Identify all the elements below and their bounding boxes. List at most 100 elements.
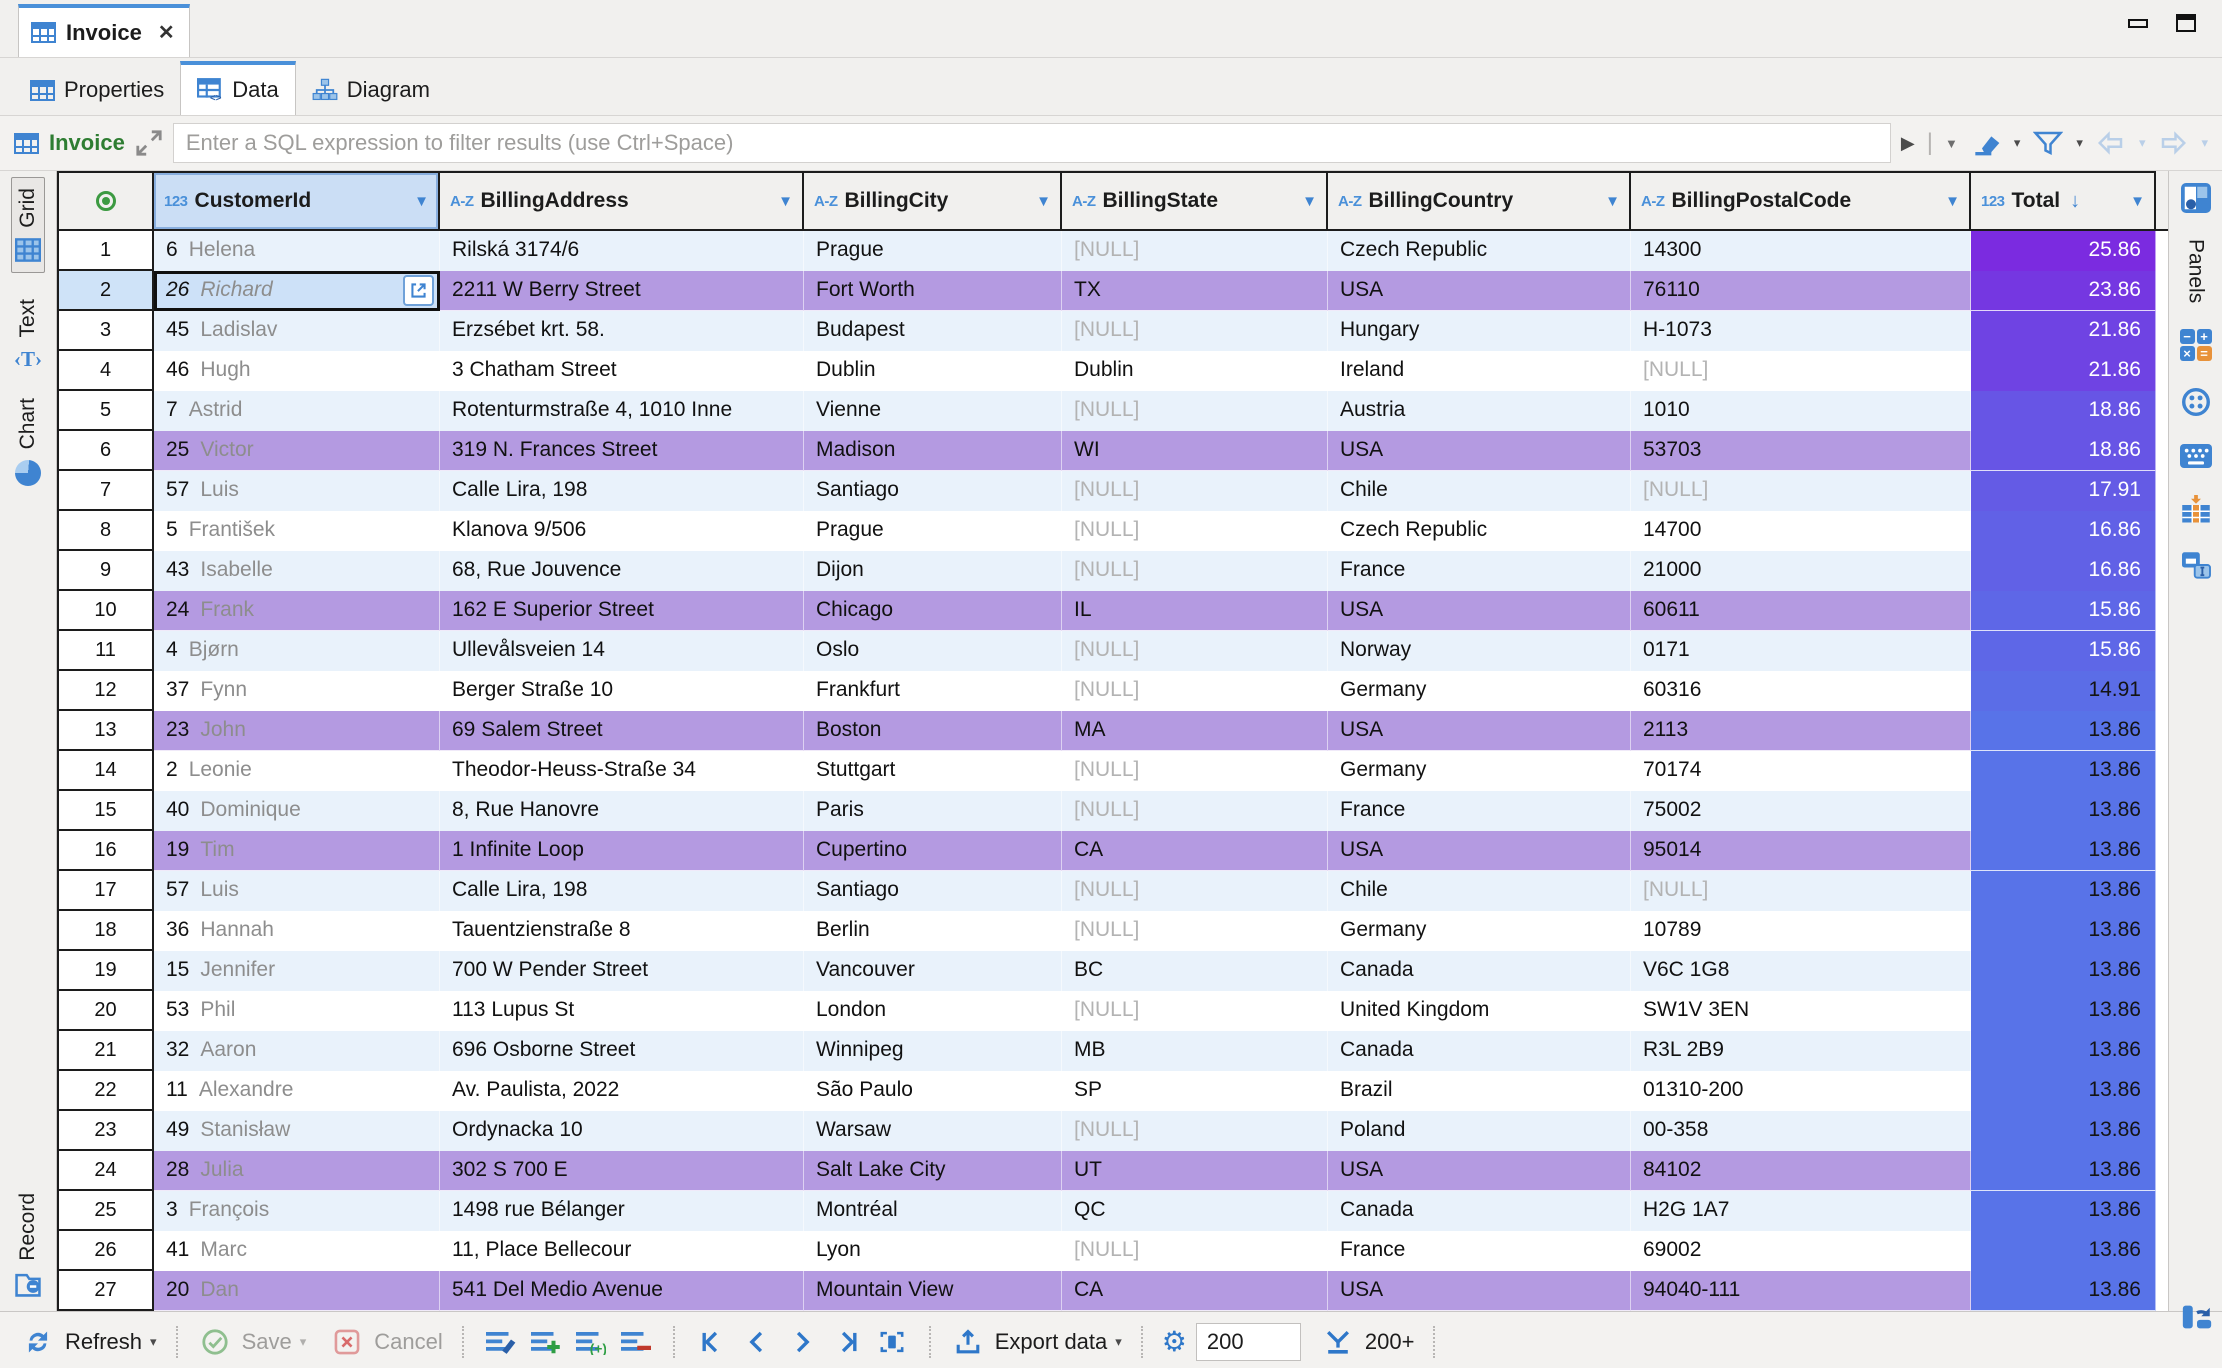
presentation-tab-text[interactable]: Text ‹T› [14, 299, 42, 373]
cell-billingcountry[interactable]: USA [1328, 591, 1631, 631]
settings-gear-icon[interactable]: ⚙ [1162, 1328, 1187, 1356]
header-billingcity[interactable]: A-Z BillingCity ▼ [804, 171, 1062, 231]
cell-billingcountry[interactable]: Austria [1328, 391, 1631, 431]
export-icon[interactable] [950, 1324, 986, 1360]
cell-total[interactable]: 13.86 [1971, 751, 2156, 791]
cell-customerid[interactable]: 57Luis [154, 471, 440, 511]
cell-billingcity[interactable]: Chicago [804, 591, 1062, 631]
close-icon[interactable]: ✕ [158, 20, 175, 45]
row-number-cell[interactable]: 7 [57, 471, 154, 511]
cell-total[interactable]: 13.86 [1971, 791, 2156, 831]
cell-customerid[interactable]: 24Frank [154, 591, 440, 631]
cell-billingstate[interactable]: Dublin [1062, 351, 1328, 391]
cell-billingcity[interactable]: Mountain View [804, 1271, 1062, 1311]
cell-billingcountry[interactable]: Norway [1328, 631, 1631, 671]
cell-billingcity[interactable]: Salt Lake City [804, 1151, 1062, 1191]
cell-billingstate[interactable]: [NULL] [1062, 1111, 1328, 1151]
cell-billingcity[interactable]: Santiago [804, 471, 1062, 511]
cell-billingcity[interactable]: Fort Worth [804, 271, 1062, 311]
cell-billingpostalcode[interactable]: 60611 [1631, 591, 1971, 631]
cell-billingpostalcode[interactable]: 21000 [1631, 551, 1971, 591]
column-menu-icon[interactable]: ▼ [2130, 193, 2154, 210]
cell-billingpostalcode[interactable]: 10789 [1631, 911, 1971, 951]
cell-total[interactable]: 13.86 [1971, 871, 2156, 911]
panels-layout-icon[interactable] [2181, 183, 2211, 213]
cell-billingaddress[interactable]: 68, Rue Jouvence [440, 551, 804, 591]
cell-billingcity[interactable]: Santiago [804, 871, 1062, 911]
filters-menu-icon[interactable] [2030, 125, 2066, 161]
cell-billingcity[interactable]: Prague [804, 231, 1062, 271]
cell-billingstate[interactable]: WI [1062, 431, 1328, 471]
row-number-cell[interactable]: 17 [57, 871, 154, 911]
fetch-next-segment-icon[interactable] [1320, 1324, 1356, 1360]
cell-billingcity[interactable]: Winnipeg [804, 1031, 1062, 1071]
cell-billingstate[interactable]: BC [1062, 951, 1328, 991]
cell-total[interactable]: 18.86 [1971, 391, 2156, 431]
select-all-corner[interactable] [57, 171, 154, 231]
cell-customerid[interactable]: 19Tim [154, 831, 440, 871]
row-number-cell[interactable]: 5 [57, 391, 154, 431]
cell-billingcity[interactable]: Dublin [804, 351, 1062, 391]
cell-billingstate[interactable]: [NULL] [1062, 511, 1328, 551]
row-number-cell[interactable]: 9 [57, 551, 154, 591]
cell-billingaddress[interactable]: Rotenturmstraße 4, 1010 Inne [440, 391, 804, 431]
cell-customerid[interactable]: 40Dominique [154, 791, 440, 831]
cell-billingaddress[interactable]: Berger Straße 10 [440, 671, 804, 711]
erase-filter-icon[interactable] [1968, 125, 2004, 161]
cell-customerid[interactable]: 53Phil [154, 991, 440, 1031]
cell-billingpostalcode[interactable]: 2113 [1631, 711, 1971, 751]
duplicate-row-icon[interactable]: (+) [573, 1324, 609, 1360]
value-viewer-panel-icon[interactable] [2180, 551, 2212, 579]
cell-billingcountry[interactable]: USA [1328, 831, 1631, 871]
cell-customerid[interactable]: 3François [154, 1191, 440, 1231]
editor-tab-invoice[interactable]: Invoice ✕ [18, 4, 190, 57]
cell-customerid[interactable]: 15Jennifer [154, 951, 440, 991]
cell-billingcountry[interactable]: France [1328, 791, 1631, 831]
cell-total[interactable]: 13.86 [1971, 1111, 2156, 1151]
cell-customerid[interactable]: 37Fynn [154, 671, 440, 711]
cell-total[interactable]: 25.86 [1971, 231, 2156, 271]
cell-customerid[interactable]: 41Marc [154, 1231, 440, 1271]
header-billingpostalcode[interactable]: A-Z BillingPostalCode ▼ [1631, 171, 1971, 231]
virtual-keys-panel-icon[interactable] [2180, 443, 2212, 469]
row-number-cell[interactable]: 3 [57, 311, 154, 351]
row-number-cell[interactable]: 19 [57, 951, 154, 991]
cell-billingaddress[interactable]: 1498 rue Bélanger [440, 1191, 804, 1231]
row-number-cell[interactable]: 18 [57, 911, 154, 951]
cell-billingaddress[interactable]: Ordynacka 10 [440, 1111, 804, 1151]
cell-billingpostalcode[interactable]: 01310-200 [1631, 1071, 1971, 1111]
cell-billingcountry[interactable]: Ireland [1328, 351, 1631, 391]
cell-billingcountry[interactable]: Czech Republic [1328, 511, 1631, 551]
cell-billingaddress[interactable]: 1 Infinite Loop [440, 831, 804, 871]
cell-customerid[interactable]: 5František [154, 511, 440, 551]
cell-billingstate[interactable]: IL [1062, 591, 1328, 631]
edit-cell-icon[interactable] [483, 1324, 519, 1360]
cell-customerid[interactable]: 6Helena [154, 231, 440, 271]
presentation-tab-grid[interactable]: Grid [11, 177, 45, 273]
cell-customerid[interactable]: 46Hugh [154, 351, 440, 391]
cell-billingstate[interactable]: [NULL] [1062, 751, 1328, 791]
cell-customerid[interactable]: 36Hannah [154, 911, 440, 951]
apply-filter-icon[interactable]: ▶ [1901, 133, 1915, 154]
row-number-cell[interactable]: 25 [57, 1191, 154, 1231]
sql-filter-input[interactable] [173, 123, 1891, 163]
cancel-button[interactable]: Cancel [374, 1329, 442, 1355]
cell-billingcountry[interactable]: Germany [1328, 911, 1631, 951]
cell-customerid[interactable]: 26Richard [154, 271, 440, 311]
cell-total[interactable]: 15.86 [1971, 631, 2156, 671]
cell-billingcountry[interactable]: Chile [1328, 471, 1631, 511]
cell-billingstate[interactable]: [NULL] [1062, 871, 1328, 911]
cell-billingpostalcode[interactable]: 75002 [1631, 791, 1971, 831]
cell-billingcountry[interactable]: Germany [1328, 751, 1631, 791]
cell-total[interactable]: 13.86 [1971, 1271, 2156, 1311]
cell-billingcity[interactable]: Paris [804, 791, 1062, 831]
tab-data[interactable]: <> Data [180, 61, 295, 115]
cell-billingcity[interactable]: Boston [804, 711, 1062, 751]
cell-billingcity[interactable]: São Paulo [804, 1071, 1062, 1111]
row-number-cell[interactable]: 1 [57, 231, 154, 271]
cell-customerid[interactable]: 20Dan [154, 1271, 440, 1311]
add-row-icon[interactable] [528, 1324, 564, 1360]
cell-billingpostalcode[interactable]: 70174 [1631, 751, 1971, 791]
cell-billingstate[interactable]: QC [1062, 1191, 1328, 1231]
column-menu-icon[interactable]: ▼ [1036, 193, 1060, 210]
